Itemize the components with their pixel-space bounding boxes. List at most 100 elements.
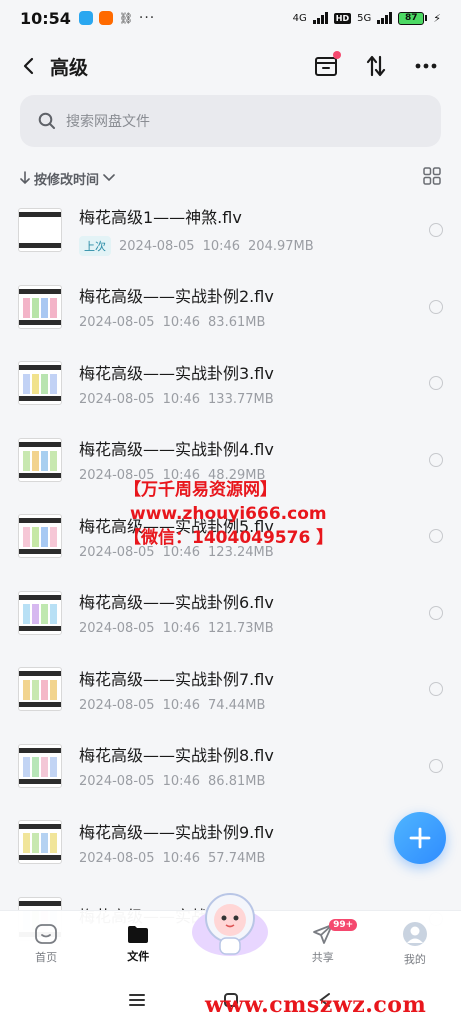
- file-date: 2024-08-05: [79, 697, 155, 713]
- status-time: 10:54: [20, 8, 71, 28]
- link-icon: ⛓: [118, 11, 133, 25]
- file-row[interactable]: 梅花高级——实战卦例5.flv 2024-08-05 10:46 123.24M…: [0, 498, 461, 575]
- file-time: 10:46: [162, 468, 201, 484]
- select-checkbox[interactable]: [429, 758, 443, 773]
- file-date: 2024-08-05: [79, 850, 155, 866]
- arrow-down-icon: [20, 171, 30, 185]
- mi-app-icon: [98, 11, 113, 25]
- file-time: 10:46: [162, 544, 201, 560]
- file-row[interactable]: 梅花高级——实战卦例4.flv 2024-08-05 10:46 48.29MB: [0, 422, 461, 499]
- file-date: 2024-08-05: [79, 391, 155, 407]
- file-size: 57.74MB: [208, 850, 266, 866]
- transfer-box-button[interactable]: [311, 51, 341, 81]
- video-thumbnail: [18, 820, 62, 865]
- select-checkbox[interactable]: [429, 376, 443, 391]
- home-icon: [35, 923, 57, 944]
- file-row[interactable]: 梅花高级——实战卦例9.flv 2024-08-05 10:46 57.74MB: [0, 804, 461, 881]
- file-meta: 2024-08-05 10:46 121.73MB: [79, 621, 429, 636]
- file-time: 10:46: [162, 774, 201, 790]
- file-size: 204.97MB: [248, 238, 314, 254]
- status-right: 4G HD 5G 87 ⚡: [293, 11, 441, 25]
- search-placeholder: 搜索网盘文件: [66, 114, 150, 130]
- video-thumbnail: [18, 514, 62, 559]
- file-date: 2024-08-05: [79, 315, 155, 331]
- app-notification-icon: [78, 11, 93, 25]
- signal-icon-2: [377, 12, 393, 24]
- status-app-icons: ⛓ ···: [78, 10, 155, 26]
- sort-button[interactable]: [361, 51, 391, 81]
- nav-share[interactable]: 99+ 共享: [277, 918, 369, 965]
- sort-row: 按修改时间: [20, 166, 441, 190]
- file-row[interactable]: 梅花高级——实战卦例7.flv 2024-08-05 10:46 74.44MB: [0, 651, 461, 728]
- battery-level: 87: [398, 11, 425, 25]
- grid-view-toggle[interactable]: [423, 167, 441, 189]
- file-size: 121.73MB: [208, 621, 274, 637]
- file-name: 梅花高级1——神煞.flv: [79, 208, 242, 228]
- avatar-icon: [402, 921, 427, 946]
- signal-icon: [312, 12, 328, 24]
- select-checkbox[interactable]: [429, 529, 443, 544]
- more-horizontal-icon: [415, 63, 437, 69]
- network-5g-label: 5G: [357, 12, 372, 24]
- nav-mine-label: 我的: [403, 952, 426, 966]
- select-checkbox[interactable]: [429, 605, 443, 620]
- add-button[interactable]: [394, 812, 446, 864]
- file-size: 123.24MB: [208, 544, 274, 560]
- file-meta: 2024-08-05 10:46 74.44MB: [79, 698, 429, 713]
- file-info: 梅花高级——实战卦例5.flv 2024-08-05 10:46 123.24M…: [79, 513, 429, 560]
- plus-icon: [409, 827, 431, 849]
- nav-mine[interactable]: 我的: [369, 921, 461, 967]
- file-time: 10:46: [162, 315, 201, 331]
- file-meta: 2024-08-05 10:46 86.81MB: [79, 774, 429, 789]
- last-opened-badge: 上次: [79, 236, 111, 257]
- select-checkbox[interactable]: [429, 452, 443, 467]
- nav-files[interactable]: 文件: [92, 924, 184, 964]
- file-row[interactable]: 梅花高级1——神煞.flv 上次 2024-08-05 10:46 204.97…: [0, 192, 461, 269]
- select-checkbox[interactable]: [429, 299, 443, 314]
- file-name: 梅花高级——实战卦例6.flv: [79, 593, 274, 613]
- nav-home[interactable]: 首页: [0, 923, 92, 965]
- grid-icon: [423, 167, 441, 185]
- header: 高级: [0, 40, 461, 92]
- file-size: 133.77MB: [208, 391, 274, 407]
- more-button[interactable]: [411, 51, 441, 81]
- file-row[interactable]: 梅花高级——实战卦例8.flv 2024-08-05 10:46 86.81MB: [0, 728, 461, 805]
- file-meta: 2024-08-05 10:46 48.29MB: [79, 468, 429, 483]
- search-input[interactable]: 搜索网盘文件: [20, 95, 441, 147]
- file-meta: 上次 2024-08-05 10:46 204.97MB: [79, 236, 429, 257]
- file-row[interactable]: 梅花高级——实战卦例3.flv 2024-08-05 10:46 133.77M…: [0, 345, 461, 422]
- file-date: 2024-08-05: [79, 774, 155, 790]
- file-info: 梅花高级——实战卦例3.flv 2024-08-05 10:46 133.77M…: [79, 360, 429, 407]
- file-name: 梅花高级——实战卦例2.flv: [79, 287, 274, 307]
- video-thumbnail: [18, 437, 62, 482]
- page-title: 高级: [50, 56, 89, 79]
- sort-label: 按修改时间: [34, 172, 100, 188]
- file-name: 梅花高级——实战卦例5.flv: [79, 516, 274, 536]
- file-row[interactable]: 梅花高级——实战卦例2.flv 2024-08-05 10:46 83.61MB: [0, 269, 461, 346]
- file-name: 梅花高级——实战卦例9.flv: [79, 822, 274, 842]
- sort-arrows-icon: [366, 55, 386, 77]
- select-checkbox[interactable]: [429, 223, 443, 238]
- file-info: 梅花高级——实战卦例6.flv 2024-08-05 10:46 121.73M…: [79, 589, 429, 636]
- mascot-icon[interactable]: [190, 888, 270, 958]
- folder-icon: [128, 925, 149, 943]
- chevron-down-icon: [103, 174, 115, 182]
- video-thumbnail: [18, 361, 62, 406]
- sort-dropdown[interactable]: 按修改时间: [20, 169, 115, 188]
- video-thumbnail: [18, 590, 62, 635]
- notification-dot: [333, 51, 341, 59]
- file-info: 梅花高级——实战卦例8.flv 2024-08-05 10:46 86.81MB: [79, 742, 429, 789]
- file-size: 86.81MB: [208, 774, 266, 790]
- file-list: 梅花高级1——神煞.flv 上次 2024-08-05 10:46 204.97…: [0, 192, 461, 957]
- file-row[interactable]: 梅花高级——实战卦例6.flv 2024-08-05 10:46 121.73M…: [0, 575, 461, 652]
- file-info: 梅花高级——实战卦例4.flv 2024-08-05 10:46 48.29MB: [79, 436, 429, 483]
- file-meta: 2024-08-05 10:46 123.24MB: [79, 545, 429, 560]
- file-time: 10:46: [162, 391, 201, 407]
- select-checkbox[interactable]: [429, 682, 443, 697]
- video-thumbnail: [18, 667, 62, 712]
- battery-icon: 87: [398, 11, 428, 25]
- file-size: 83.61MB: [208, 315, 266, 331]
- menu-icon[interactable]: [129, 993, 146, 1007]
- back-button[interactable]: [14, 50, 42, 82]
- file-time: 10:46: [162, 621, 201, 637]
